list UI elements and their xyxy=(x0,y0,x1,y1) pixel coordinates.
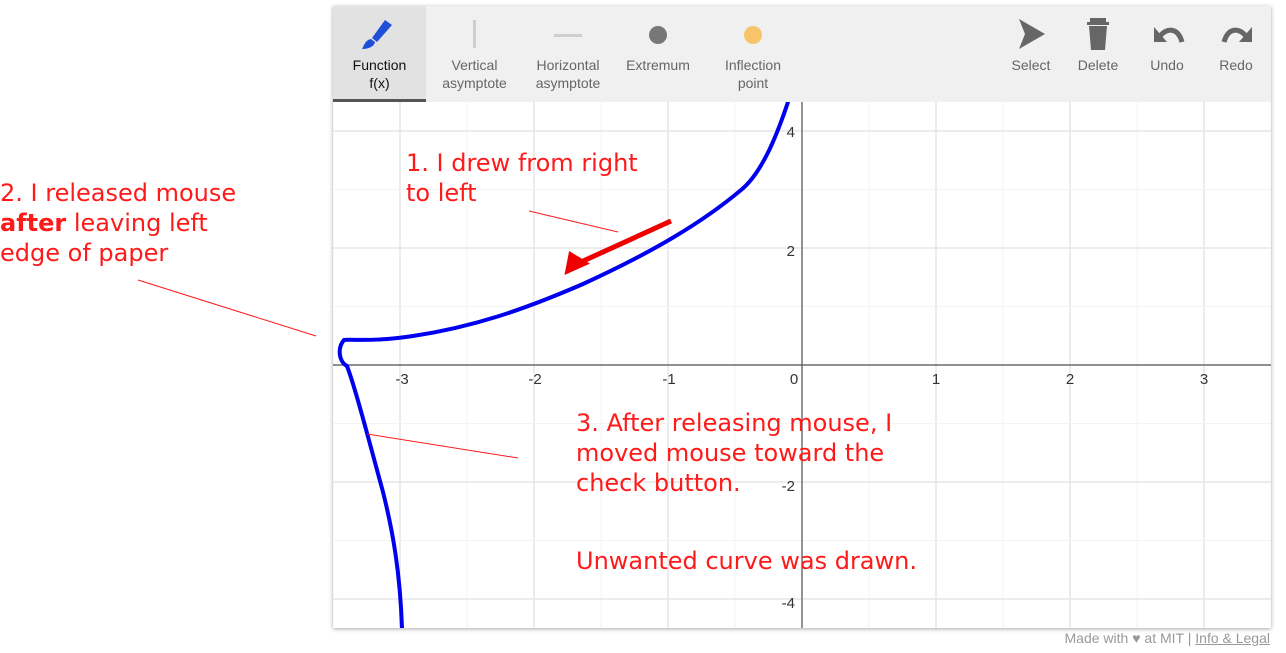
trash-icon xyxy=(1087,18,1109,50)
tool-label: Undo xyxy=(1150,57,1184,73)
vertical-line-icon xyxy=(473,20,476,48)
footer: Made with ♥ at MIT | Info & Legal xyxy=(1065,630,1270,646)
tool-label: Vertical xyxy=(451,57,498,73)
tool-label: Select xyxy=(1011,57,1051,73)
annotation-bold-word: after xyxy=(0,209,67,237)
footer-made-with: Made with xyxy=(1064,630,1129,646)
tool-redo-button[interactable]: Redo xyxy=(1201,6,1271,102)
tool-undo-button[interactable]: Undo xyxy=(1133,6,1201,102)
tool-delete-button[interactable]: Delete xyxy=(1063,6,1133,102)
graph-sketch-panel: Function f(x) Vertical asymptote Horizonta… xyxy=(333,6,1271,628)
x-tick-label: -1 xyxy=(662,371,675,388)
annotation-drew-right-to-left: 1. I drew from right to left xyxy=(406,148,638,208)
tool-label: Horizontal xyxy=(536,57,600,73)
tool-sublabel: point xyxy=(737,75,769,91)
x-tick-label: 1 xyxy=(932,371,940,388)
horizontal-line-icon xyxy=(554,34,582,37)
annotation-line: to left xyxy=(406,179,477,207)
leader-line xyxy=(137,279,317,337)
annotation-line: after leaving left xyxy=(0,208,236,238)
tool-inflection-point-button[interactable]: Inflection point xyxy=(703,6,803,102)
x-tick-label: 3 xyxy=(1200,371,1208,388)
x-tick-label: -2 xyxy=(528,371,541,388)
y-tick-label: 2 xyxy=(787,243,795,260)
tool-label: Redo xyxy=(1219,57,1253,73)
annotation-line: 2. I released mouse xyxy=(0,179,237,207)
tool-label: Inflection xyxy=(724,57,782,73)
tool-label: Function xyxy=(352,57,407,73)
info-legal-link[interactable]: Info & Legal xyxy=(1195,630,1270,646)
y-tick-labels: 4 2 -2 -4 xyxy=(782,124,795,612)
toolbar: Function f(x) Vertical asymptote Horizonta… xyxy=(333,6,1271,102)
annotation-line: edge of paper xyxy=(0,239,169,267)
annotation-line: 1. I drew from right xyxy=(406,149,638,177)
x-tick-label: -3 xyxy=(395,371,408,388)
paintbrush-icon xyxy=(362,20,392,49)
orange-dot-icon xyxy=(744,26,762,44)
footer-at-mit: at MIT | xyxy=(1144,630,1192,646)
dot-icon xyxy=(649,26,667,44)
x-tick-label: 0 xyxy=(790,371,798,388)
annotation-after-release: 3. After releasing mouse, I moved mouse … xyxy=(576,408,892,498)
tool-horizontal-asymptote-button[interactable]: Horizontal asymptote xyxy=(523,6,613,102)
heart-icon: ♥ xyxy=(1132,630,1141,646)
y-tick-label: 4 xyxy=(787,124,795,141)
annotation-text: leaving left xyxy=(66,209,208,237)
tool-function-button[interactable]: Function f(x) xyxy=(333,6,426,102)
redo-icon xyxy=(1221,27,1252,43)
tool-extremum-button[interactable]: Extremum xyxy=(613,6,703,102)
tool-label: Extremum xyxy=(626,57,690,73)
annotation-line: check button. xyxy=(576,469,741,497)
tool-select-button[interactable]: Select xyxy=(999,6,1063,102)
tool-vertical-asymptote-button[interactable]: Vertical asymptote xyxy=(426,6,523,102)
x-tick-label: 2 xyxy=(1066,371,1074,388)
tool-sublabel: asymptote xyxy=(535,75,601,91)
annotation-unwanted-curve: Unwanted curve was drawn. xyxy=(576,546,917,576)
tool-sublabel: asymptote xyxy=(442,75,507,91)
annotation-line: Unwanted curve was drawn. xyxy=(576,547,917,575)
annotation-released-mouse: 2. I released mouse after leaving left e… xyxy=(0,178,236,268)
annotation-line: 3. After releasing mouse, I xyxy=(576,409,893,437)
y-tick-label: -4 xyxy=(782,595,795,612)
tool-sublabel: f(x) xyxy=(369,75,390,91)
tool-label: Delete xyxy=(1077,57,1119,73)
annotation-line: moved mouse toward the xyxy=(576,439,885,467)
cursor-arrow-icon xyxy=(1019,19,1045,49)
undo-icon xyxy=(1154,27,1185,43)
